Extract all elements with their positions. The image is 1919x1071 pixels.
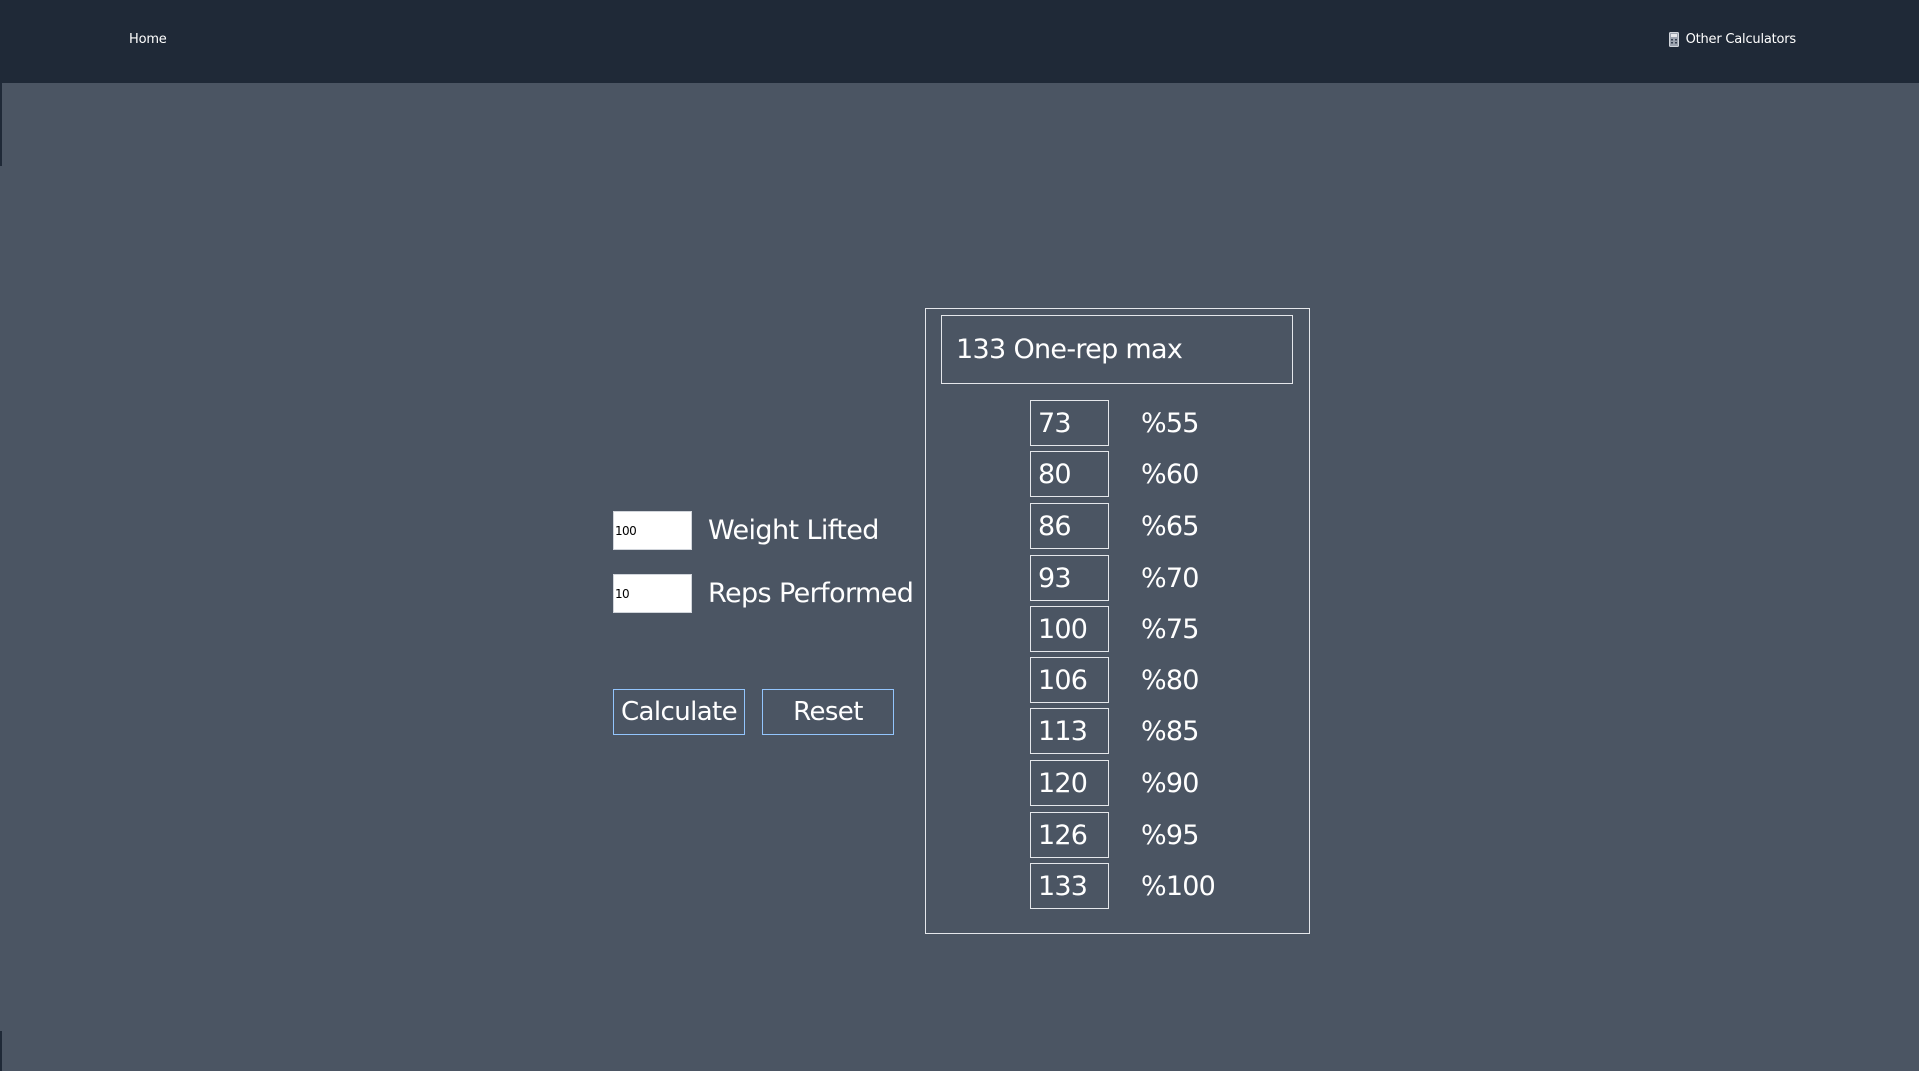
percentage-row: 100 %75 <box>1030 606 1199 652</box>
percentage-value: 86 <box>1030 503 1109 549</box>
percentage-row: 120 %90 <box>1030 760 1199 806</box>
percentage-row: 80 %60 <box>1030 451 1199 497</box>
percentage-label: %75 <box>1141 613 1199 645</box>
percentage-row: 133 %100 <box>1030 863 1216 909</box>
percentage-value: 106 <box>1030 657 1109 703</box>
nav-other-calculators-link[interactable]: Other Calculators <box>1668 32 1797 47</box>
percentage-value: 100 <box>1030 606 1109 652</box>
weight-input[interactable] <box>613 511 692 550</box>
percentage-label: %60 <box>1141 458 1199 490</box>
left-edge-divider-bottom <box>0 1031 2 1071</box>
percentage-row: 93 %70 <box>1030 555 1199 601</box>
left-edge-divider <box>0 83 2 166</box>
one-rep-max-display: 133 One-rep max <box>941 315 1293 384</box>
reps-row: Reps Performed <box>613 574 914 613</box>
percentage-value: 120 <box>1030 760 1109 806</box>
calculator-icon <box>1668 32 1679 47</box>
nav-home-link[interactable]: Home <box>129 32 167 47</box>
results-panel: 133 One-rep max 73 %55 80 %60 86 %65 93 … <box>925 308 1310 934</box>
percentage-value: 80 <box>1030 451 1109 497</box>
percentage-value: 133 <box>1030 863 1109 909</box>
percentage-label: %55 <box>1141 407 1199 439</box>
percentage-row: 106 %80 <box>1030 657 1199 703</box>
reset-button[interactable]: Reset <box>762 689 894 735</box>
reps-label: Reps Performed <box>708 578 914 609</box>
percentage-row: 113 %85 <box>1030 708 1199 754</box>
percentage-label: %95 <box>1141 819 1199 851</box>
percentage-value: 73 <box>1030 400 1109 446</box>
one-rep-max-label: One-rep max <box>1013 334 1183 365</box>
percentage-label: %100 <box>1141 870 1216 902</box>
percentage-row: 73 %55 <box>1030 400 1199 446</box>
reps-input[interactable] <box>613 574 692 613</box>
percentage-value: 126 <box>1030 812 1109 858</box>
percentage-value: 93 <box>1030 555 1109 601</box>
percentage-row: 86 %65 <box>1030 503 1199 549</box>
percentage-label: %80 <box>1141 664 1199 696</box>
percentage-value: 113 <box>1030 708 1109 754</box>
one-rep-max-value: 133 <box>956 334 1006 365</box>
nav-other-calculators-label: Other Calculators <box>1685 32 1797 47</box>
weight-label: Weight Lifted <box>708 515 879 546</box>
percentage-label: %85 <box>1141 715 1199 747</box>
percentage-row: 126 %95 <box>1030 812 1199 858</box>
navbar: Home Other Calculators <box>0 0 1919 83</box>
calculate-button[interactable]: Calculate <box>613 689 745 735</box>
percentage-label: %90 <box>1141 767 1199 799</box>
percentage-label: %70 <box>1141 562 1199 594</box>
weight-row: Weight Lifted <box>613 511 879 550</box>
percentage-label: %65 <box>1141 510 1199 542</box>
